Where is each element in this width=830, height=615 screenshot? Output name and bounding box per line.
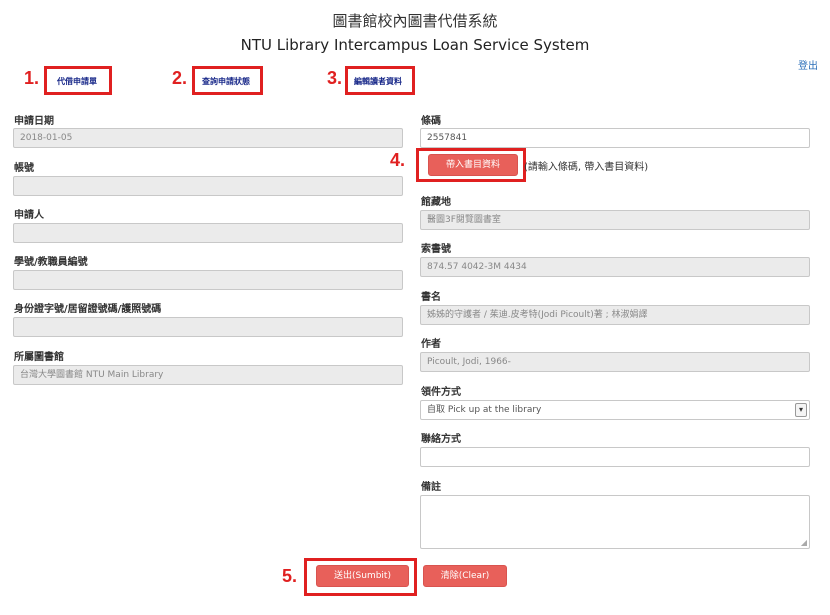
pickup-method-select[interactable]: 自取 Pick up at the library ▾ xyxy=(420,400,810,420)
id-number-label: 身份證字號/居留證號碼/護照號碼 xyxy=(14,304,162,315)
location-field: 醫圖3F閱覽圖書室 xyxy=(420,210,810,230)
step-number-3: 3. xyxy=(327,68,343,88)
contact-input[interactable] xyxy=(420,447,810,467)
applicant-label: 申請人 xyxy=(14,210,44,221)
page-title-en: NTU Library Intercampus Loan Service Sys… xyxy=(240,36,590,54)
id-number-field xyxy=(13,317,403,337)
note-label: 備註 xyxy=(421,482,441,493)
submit-button[interactable]: 送出(Sumbit) xyxy=(316,565,409,587)
page-title-zh: 圖書館校內圖書代借系統 xyxy=(332,12,498,30)
account-label: 帳號 xyxy=(14,163,34,174)
chevron-down-icon: ▾ xyxy=(795,403,807,417)
tab-edit-reader[interactable]: 編輯讀者資料 xyxy=(354,76,402,87)
step-number-1: 1. xyxy=(24,68,40,88)
fetch-hint: (請輸入條碼, 帶入書目資料) xyxy=(524,162,649,173)
location-label: 館藏地 xyxy=(421,197,451,208)
pickup-method-label: 領件方式 xyxy=(421,387,461,398)
note-textarea[interactable]: ◢ xyxy=(420,495,810,549)
library-label: 所屬圖書館 xyxy=(14,352,64,363)
step-number-4: 4. xyxy=(390,150,406,170)
library-field: 台灣大學圖書館 NTU Main Library xyxy=(13,365,403,385)
step-number-5: 5. xyxy=(282,566,298,586)
book-title-label: 書名 xyxy=(421,292,441,303)
apply-date-label: 申請日期 xyxy=(14,116,54,127)
account-field xyxy=(13,176,403,196)
logout-link[interactable]: 登出 xyxy=(798,57,818,72)
call-number-field: 874.57 4042-3M 4434 xyxy=(420,257,810,277)
fetch-bibliographic-button[interactable]: 帶入書目資料 xyxy=(428,154,518,176)
pickup-method-value: 自取 Pick up at the library xyxy=(427,405,542,415)
apply-date-field: 2018-01-05 xyxy=(13,128,403,148)
tab-query-status[interactable]: 查詢申請狀態 xyxy=(202,76,250,87)
applicant-field xyxy=(13,223,403,243)
barcode-label: 條碼 xyxy=(421,116,441,127)
barcode-input[interactable]: 2557841 xyxy=(420,128,810,148)
author-label: 作者 xyxy=(421,339,441,350)
contact-label: 聯絡方式 xyxy=(421,434,461,445)
student-id-label: 學號/教職員編號 xyxy=(14,257,88,268)
book-title-field: 姊姊的守護者 / 茱迪.皮考特(Jodi Picoult)著 ; 林淑娟譯 xyxy=(420,305,810,325)
student-id-field xyxy=(13,270,403,290)
step-number-2: 2. xyxy=(172,68,188,88)
clear-button[interactable]: 清除(Clear) xyxy=(423,565,507,587)
call-number-label: 索書號 xyxy=(421,244,451,255)
tab-loan-request[interactable]: 代借申請單 xyxy=(57,76,97,87)
author-field: Picoult, Jodi, 1966- xyxy=(420,352,810,372)
resize-grip-icon[interactable]: ◢ xyxy=(801,538,807,547)
